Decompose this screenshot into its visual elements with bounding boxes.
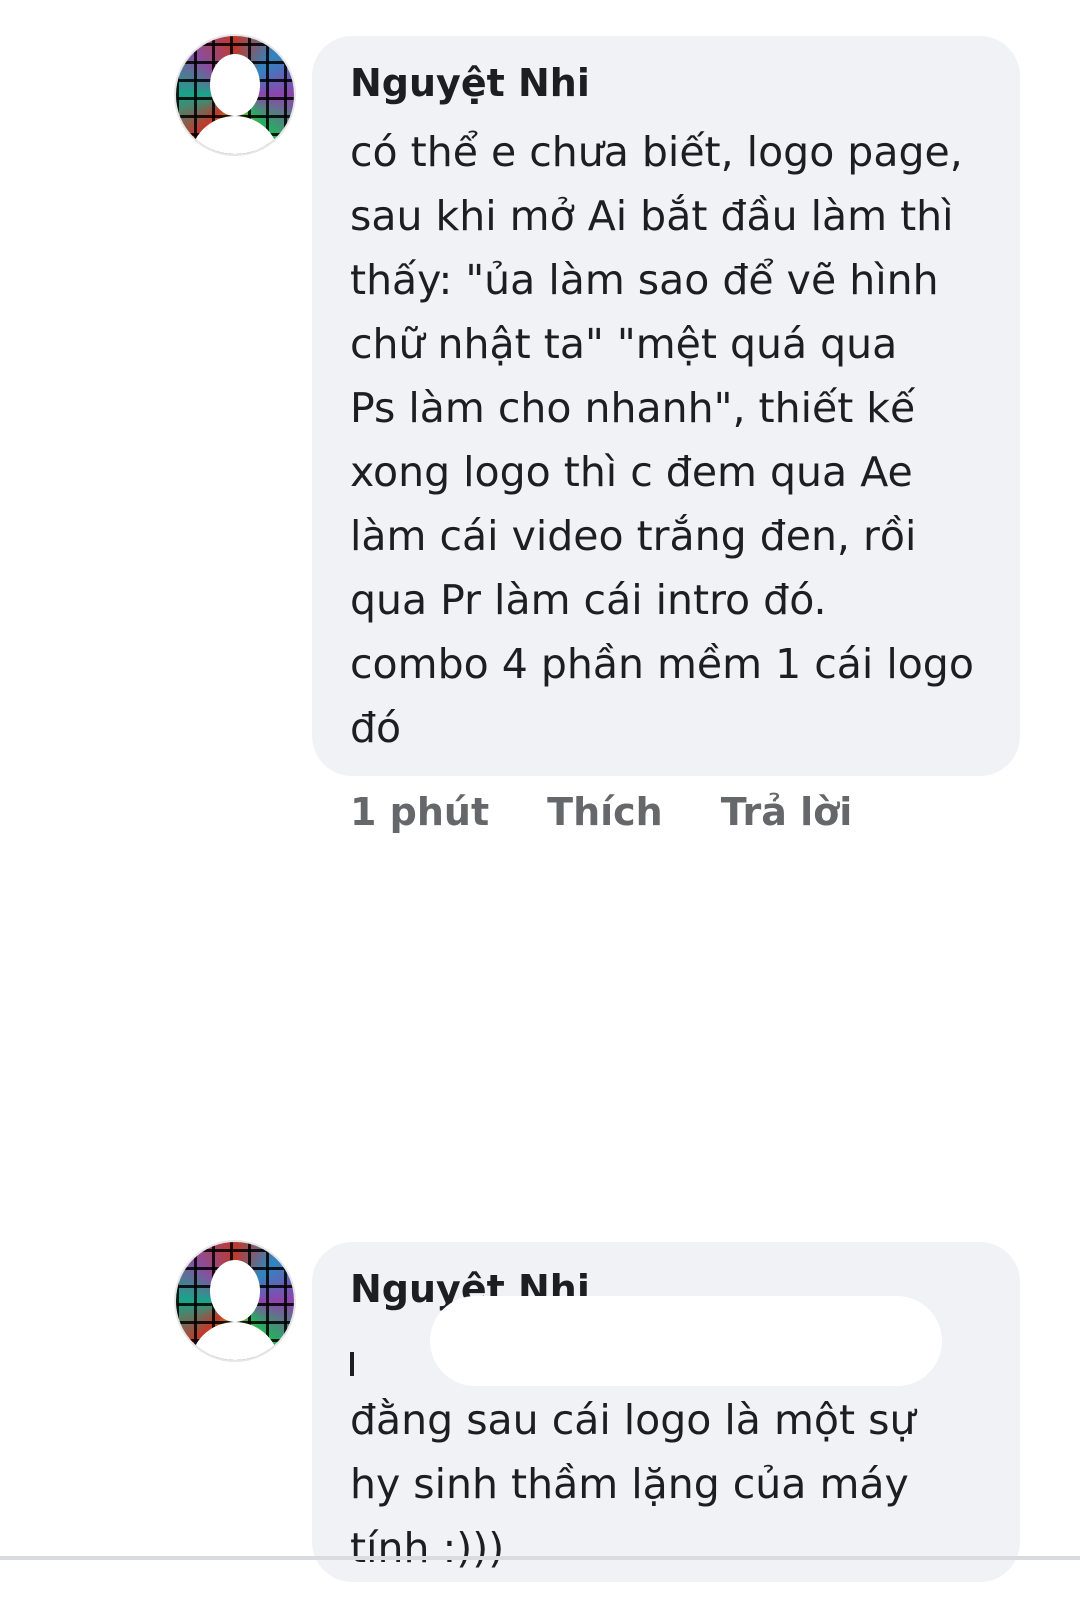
comment-text-line: chữ nhật ta" "mệt quá qua — [350, 320, 898, 368]
avatar-silhouette-shoulders — [190, 116, 280, 154]
comment-text-line: thấy: "ủa làm sao để vẽ hình — [350, 256, 939, 304]
commenter-avatar[interactable] — [176, 36, 294, 154]
comment-text-line: Ps làm cho nhanh", thiết kế — [350, 384, 916, 432]
screen-bottom-divider — [0, 1556, 1080, 1560]
comment-text-line: đó — [350, 704, 402, 752]
comment-author[interactable]: Nguyệt Nhi — [350, 64, 590, 102]
redacted-text-fragment — [350, 1352, 354, 1376]
redaction-mask — [430, 1296, 942, 1386]
comment-text-line: combo 4 phần mềm 1 cái logo — [350, 640, 974, 688]
comment-text-line: qua Pr làm cái intro đó. — [350, 576, 827, 624]
comment-text-line: có thể e chưa biết, logo page, — [350, 128, 963, 176]
comment-text-line: xong logo thì c đem qua Ae — [350, 448, 913, 496]
comment-text-line: làm cái video trắng đen, rồi — [350, 512, 917, 560]
commenter-avatar[interactable] — [176, 1242, 294, 1360]
avatar-silhouette-head — [210, 54, 260, 116]
avatar-silhouette-shoulders — [190, 1322, 280, 1360]
comment-text-line: đằng sau cái logo là một sự — [350, 1396, 916, 1444]
avatar-silhouette-head — [210, 1260, 260, 1322]
comment-text-line: hy sinh thầm lặng của máy — [350, 1460, 909, 1508]
comment-text-line: tính :))) — [350, 1524, 505, 1572]
reply-button[interactable]: Trả lời — [721, 790, 853, 834]
comment-actions: 1 phút Thích Trả lời — [350, 788, 910, 836]
comment-timestamp[interactable]: 1 phút — [350, 790, 489, 834]
comment-text-line: sau khi mở Ai bắt đầu làm thì — [350, 192, 954, 240]
like-button[interactable]: Thích — [547, 790, 663, 834]
